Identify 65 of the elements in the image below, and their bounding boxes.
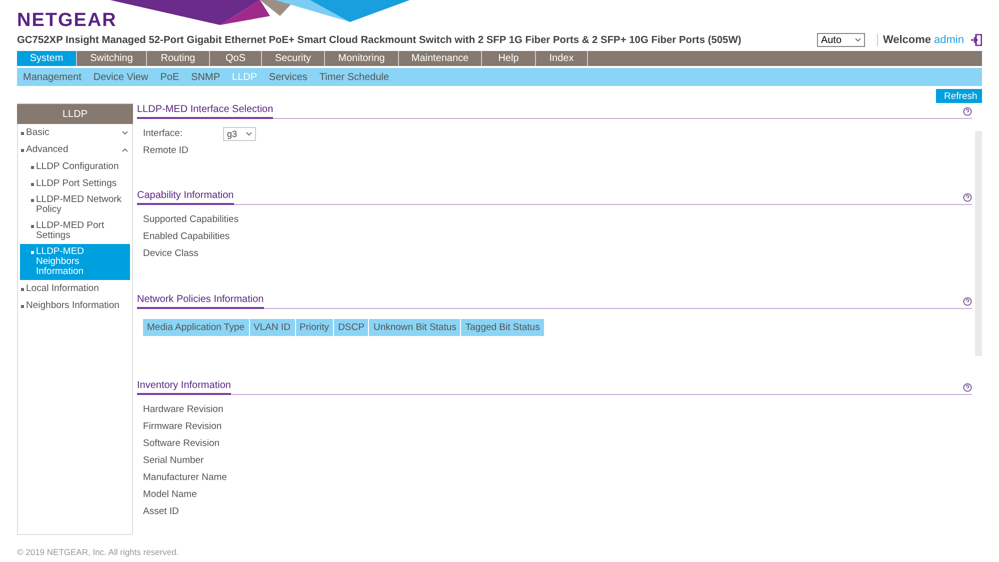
field-label: Asset ID [143,506,180,517]
field-label: Software Revision [143,438,221,449]
section-title: Inventory Information [137,380,231,395]
sidebar-item[interactable]: Advanced [18,141,132,158]
field-label: Manufacturer Name [143,472,227,483]
bullet-icon [21,304,24,308]
field-label: Device Class [143,248,200,259]
column-header: VLAN ID [250,319,294,336]
bullet-icon [31,251,34,254]
help-icon[interactable] [963,383,972,392]
nav-tab[interactable]: System [17,51,77,66]
column-header: Tagged Bit Status [461,319,544,336]
bullet-icon [21,132,24,134]
bullet-icon [31,166,34,168]
section-title: Network Policies Information [137,294,264,309]
sidebar-item[interactable]: LLDP-MED Neighbors Information [20,244,130,280]
column-header: Priority [296,319,334,336]
copyright-text: © 2019 NETGEAR, Inc. All rights reserved. [17,547,180,557]
subnav-tab[interactable]: PoE [160,72,180,82]
bullet-icon [21,288,24,290]
sidebar-title: LLDP [17,104,133,124]
column-header: Media Application Type [143,319,249,336]
subnav-tab[interactable]: Timer Schedule [319,72,390,82]
device-title: GC752XP Insight Managed 52-Port Gigabit Ethernet PoE+ Smart Cloud Rackmount Switch with 2 SFP 1G Fiber Ports & 2 SFP+ 10G Fiber Ports (505W) [17,34,742,46]
help-icon[interactable] [963,297,972,306]
chevron-icon [246,132,252,136]
field-label: Supported Capabilities [143,214,239,225]
subnav-tab[interactable]: Device View [93,72,148,82]
bullet-icon [31,182,34,186]
subnav-tab[interactable]: Services [269,72,308,82]
field-label: Model Name [143,489,198,500]
sidebar-item[interactable]: Local Information [18,280,132,297]
logo: NETGEAR [17,10,117,30]
field-label: Interface: [143,128,184,139]
help-icon[interactable] [963,107,972,116]
section-title: Capability Information [137,190,234,205]
field-label: Firmware Revision [143,421,223,432]
sidebar-item[interactable]: Basic [18,124,132,141]
chevron-icon [122,148,128,152]
field-label: Enabled Capabilities [143,231,230,242]
column-header: Unknown Bit Status [369,319,460,336]
chevron-icon [854,38,861,42]
refresh-button[interactable]: Refresh [936,89,982,103]
bullet-icon [31,225,34,228]
sidebar-item[interactable]: Neighbors Information [18,297,132,314]
chevron-icon [122,130,128,134]
sidebar-item[interactable]: LLDP Port Settings [20,175,130,192]
column-header: DSCP [334,319,368,336]
subnav-tab[interactable]: SNMP [191,72,220,82]
sidebar-item[interactable]: LLDP Configuration [20,158,130,175]
bullet-icon [21,148,24,152]
welcome-text: Welcome [882,34,932,46]
subnav-tab[interactable]: Management [23,72,82,82]
field-label: Remote ID [143,145,190,156]
interface-select[interactable]: g3 [223,126,256,140]
user-link[interactable]: admin [934,34,964,46]
field-label: Serial Number [143,455,205,466]
logout-icon[interactable] [971,34,982,46]
section-title: LLDP-MED Interface Selection [137,104,274,119]
sidebar-item[interactable]: LLDP-MED Port Settings [20,218,130,244]
bullet-icon [31,199,34,202]
sidebar-item[interactable]: LLDP-MED Network Policy [20,192,130,218]
help-icon[interactable] [963,193,972,202]
language-select[interactable]: Auto [816,33,865,47]
field-label: Hardware Revision [143,404,224,415]
